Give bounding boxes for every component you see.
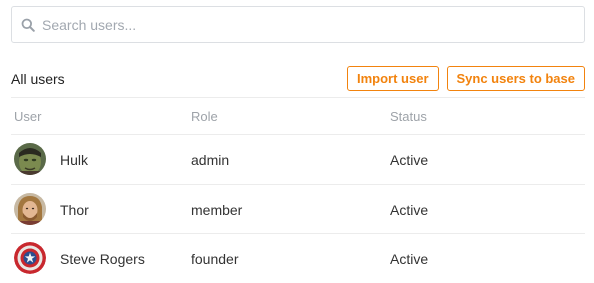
captain-america-shield-avatar	[14, 242, 46, 274]
user-role: founder	[191, 250, 239, 267]
import-user-button[interactable]: Import user	[346, 66, 439, 91]
table-row[interactable]: Thor member Active	[11, 185, 585, 234]
search-box[interactable]	[11, 6, 585, 43]
column-header-role: Role	[191, 109, 218, 124]
header-actions: Import user Sync users to base	[346, 66, 585, 91]
user-status: Active	[390, 250, 429, 267]
table-row[interactable]: Hulk admin Active	[11, 135, 585, 184]
user-role: admin	[191, 151, 230, 168]
user-name: Thor	[60, 201, 89, 218]
user-name: Steve Rogers	[60, 250, 145, 267]
section-title: All users	[11, 70, 65, 87]
search-input[interactable]	[42, 7, 562, 42]
table-row[interactable]: Steve Rogers founder Active	[11, 234, 585, 283]
divider	[11, 97, 585, 98]
user-status: Active	[390, 201, 429, 218]
users-header: All users Import user Sync users to base	[11, 65, 585, 92]
user-name: Hulk	[60, 151, 89, 168]
thor-avatar	[14, 193, 46, 225]
column-header-status: Status	[390, 109, 427, 124]
user-role: member	[191, 201, 243, 218]
user-status: Active	[390, 151, 429, 168]
hulk-avatar	[14, 143, 46, 175]
column-header-user: User	[14, 109, 42, 124]
sync-users-button[interactable]: Sync users to base	[446, 66, 585, 91]
search-icon	[20, 17, 36, 33]
